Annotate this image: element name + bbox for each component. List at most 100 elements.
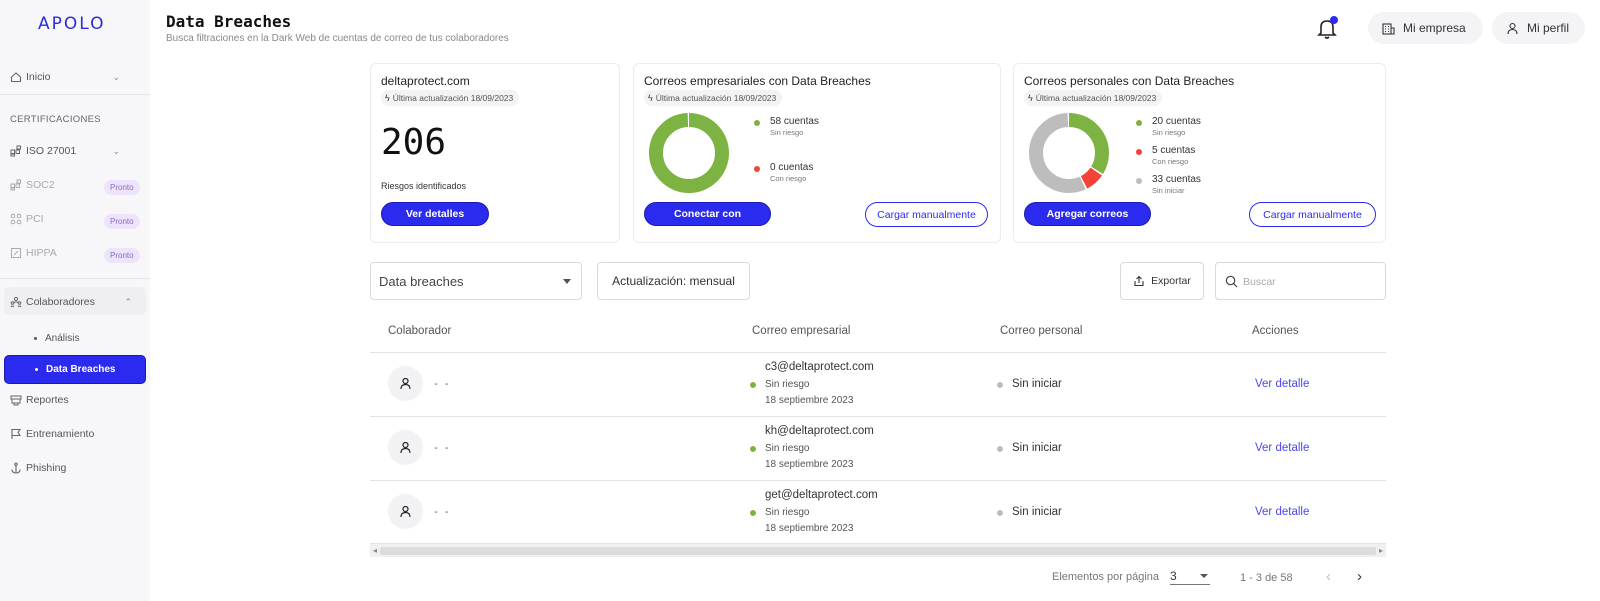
sidebar-item-iso27001[interactable]: ISO 27001 ⌄: [10, 145, 140, 157]
square-icon: [10, 247, 22, 259]
items-per-page-select[interactable]: 3: [1170, 569, 1210, 585]
status-dot: [997, 446, 1003, 452]
anchor-icon: [10, 462, 22, 474]
column-header-correo-empresarial: Correo empresarial: [752, 325, 851, 337]
user-icon: [400, 505, 411, 518]
bolt-icon: ϟ: [385, 93, 390, 103]
export-button[interactable]: Exportar: [1120, 262, 1204, 300]
mi-perfil-button[interactable]: Mi perfil: [1492, 12, 1585, 44]
status-badge: Pronto: [104, 248, 140, 263]
last-update-text: Última actualización 18/09/2023: [1035, 93, 1157, 103]
sidebar-subitem-label: Data Breaches: [46, 364, 116, 375]
sidebar-item-label: PCI: [26, 213, 44, 225]
conectar-con-button[interactable]: Conectar con: [644, 202, 771, 226]
cargar-manualmente-button[interactable]: Cargar manualmente: [865, 202, 988, 227]
agregar-correos-button[interactable]: Agregar correos: [1024, 202, 1151, 226]
ver-detalle-link[interactable]: Ver detalle: [1255, 442, 1309, 454]
grid-icon: [10, 145, 22, 157]
notification-badge: [1330, 16, 1338, 24]
column-header-correo-personal: Correo personal: [1000, 325, 1083, 337]
legend-sub: Con riesgo: [770, 174, 807, 183]
scrollbar-thumb[interactable]: [380, 547, 1376, 555]
sidebar-item-entrenamiento[interactable]: Entrenamiento: [10, 428, 140, 440]
business-email: kh@deltaprotect.com: [765, 425, 874, 437]
notifications-button[interactable]: [1316, 16, 1338, 40]
bolt-icon: ϟ: [1028, 93, 1033, 103]
horizontal-scrollbar[interactable]: ◂ ▸: [370, 543, 1386, 557]
user-icon: [400, 441, 411, 454]
legend-main: 5 cuentas: [1152, 145, 1196, 156]
page-title: Data Breaches: [166, 12, 292, 31]
table-row: - - c3@deltaprotect.com Sin riesgo 18 se…: [370, 353, 1386, 416]
business-date: 18 septiembre 2023: [765, 459, 854, 470]
view-select[interactable]: Data breaches: [370, 262, 582, 300]
legend-main: 20 cuentas: [1152, 116, 1201, 127]
items-per-page-label: Elementos por página: [1052, 571, 1160, 583]
legend-dot: [754, 166, 760, 172]
last-update-badge: ϟ Última actualización 18/09/2023: [1024, 90, 1163, 106]
app-logo[interactable]: APOLO: [38, 14, 106, 34]
ver-detalles-button[interactable]: Ver detalles: [381, 202, 489, 226]
legend-dot: [1136, 178, 1142, 184]
building-icon: [1382, 22, 1395, 35]
upload-icon: [1134, 275, 1144, 287]
legend-dot: [1136, 120, 1142, 126]
legend-main: 0 cuentas: [770, 162, 814, 173]
personal-status: Sin iniciar: [1012, 378, 1062, 390]
business-date: 18 septiembre 2023: [765, 395, 854, 406]
cargar-manualmente-button[interactable]: Cargar manualmente: [1249, 202, 1376, 227]
risks-count: 206: [381, 122, 447, 163]
last-update-badge: ϟ Última actualización 18/09/2023: [381, 90, 520, 106]
domain-title: deltaprotect.com: [381, 74, 470, 88]
chevron-down-icon: ⌄: [112, 145, 120, 156]
personal-status: Sin iniciar: [1012, 442, 1062, 454]
business-email: get@deltaprotect.com: [765, 489, 878, 501]
caret-down-icon: [563, 279, 571, 284]
table-row: - - kh@deltaprotect.com Sin riesgo 18 se…: [370, 417, 1386, 480]
business-date: 18 septiembre 2023: [765, 523, 854, 534]
sidebar-item-label: HIPPA: [26, 247, 57, 259]
legend-dot: [1136, 149, 1142, 155]
sidebar-item-label: Colaboradores: [26, 296, 95, 308]
items-per-page-value: 3: [1170, 569, 1177, 583]
avatar: [388, 430, 423, 465]
collaborator-name: - -: [434, 378, 451, 390]
users-icon: [10, 296, 22, 308]
donut-slice-sin-riesgo: [649, 113, 729, 193]
legend-sub: Con riesgo: [1152, 157, 1189, 166]
reports-icon: [10, 394, 22, 406]
next-page-icon[interactable]: ›: [1357, 568, 1362, 585]
status-dot: [750, 446, 756, 452]
legend-sub: Sin iniciar: [1152, 186, 1185, 195]
last-update-text: Última actualización 18/09/2023: [392, 93, 514, 103]
search-input[interactable]: [1243, 273, 1373, 291]
ver-detalle-link[interactable]: Ver detalle: [1255, 378, 1309, 390]
sidebar-item-inicio[interactable]: Inicio ⌄: [10, 71, 140, 83]
business-donut-chart: [649, 113, 729, 193]
sidebar-item-reportes[interactable]: Reportes: [10, 394, 140, 406]
legend-main: 33 cuentas: [1152, 174, 1201, 185]
status-dot: [750, 382, 756, 388]
pagination-range: 1 - 3 de 58: [1240, 572, 1293, 584]
risks-label: Riesgos identificados: [381, 181, 467, 191]
personal-status: Sin iniciar: [1012, 506, 1062, 518]
domain-card: deltaprotect.com ϟ Última actualización …: [370, 63, 620, 243]
sidebar-subitem-analisis[interactable]: Análisis: [34, 333, 79, 344]
previous-page-icon[interactable]: ‹: [1326, 568, 1331, 585]
scroll-left-icon[interactable]: ◂: [373, 546, 377, 555]
legend-dot: [754, 120, 760, 126]
nodes-icon: [10, 213, 22, 225]
sidebar-item-label: ISO 27001: [26, 145, 77, 157]
sidebar-subitem-data-breaches[interactable]: Data Breaches: [4, 355, 146, 384]
bullet-icon: [34, 337, 37, 340]
bolt-icon: ϟ: [648, 93, 653, 103]
sidebar-item-phishing[interactable]: Phishing: [10, 462, 140, 474]
scroll-right-icon[interactable]: ▸: [1379, 546, 1383, 555]
mi-empresa-button[interactable]: Mi empresa: [1368, 12, 1483, 44]
ver-detalle-link[interactable]: Ver detalle: [1255, 506, 1309, 518]
divider: [0, 94, 150, 95]
sidebar-item-label: Entrenamiento: [26, 428, 95, 440]
user-icon: [1507, 22, 1518, 34]
update-frequency[interactable]: Actualización: mensual: [597, 262, 750, 300]
sidebar-item-colaboradores[interactable]: Colaboradores ⌃: [10, 296, 140, 308]
